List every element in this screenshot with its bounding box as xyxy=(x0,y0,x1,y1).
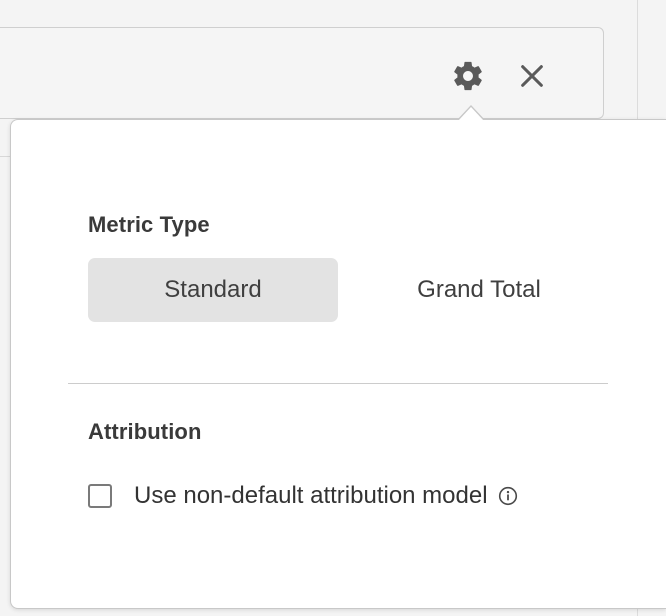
close-button[interactable] xyxy=(512,56,552,96)
popover-tip xyxy=(458,107,484,121)
gear-icon xyxy=(454,61,482,91)
attribution-checkbox-row: Use non-default attribution model xyxy=(88,480,518,512)
settings-popover xyxy=(10,119,666,609)
metric-type-standard-button[interactable]: Standard xyxy=(88,258,338,322)
attribution-checkbox[interactable] xyxy=(88,484,112,508)
metric-type-grand-total-button[interactable]: Grand Total xyxy=(354,258,604,322)
attribution-checkbox-label[interactable]: Use non-default attribution model xyxy=(134,482,488,510)
settings-button[interactable] xyxy=(448,56,488,96)
attribution-heading: Attribution xyxy=(88,419,202,444)
section-divider xyxy=(68,383,608,384)
info-icon xyxy=(498,486,517,506)
info-button[interactable] xyxy=(498,486,518,506)
metric-type-heading: Metric Type xyxy=(88,212,210,237)
close-icon xyxy=(521,65,543,87)
